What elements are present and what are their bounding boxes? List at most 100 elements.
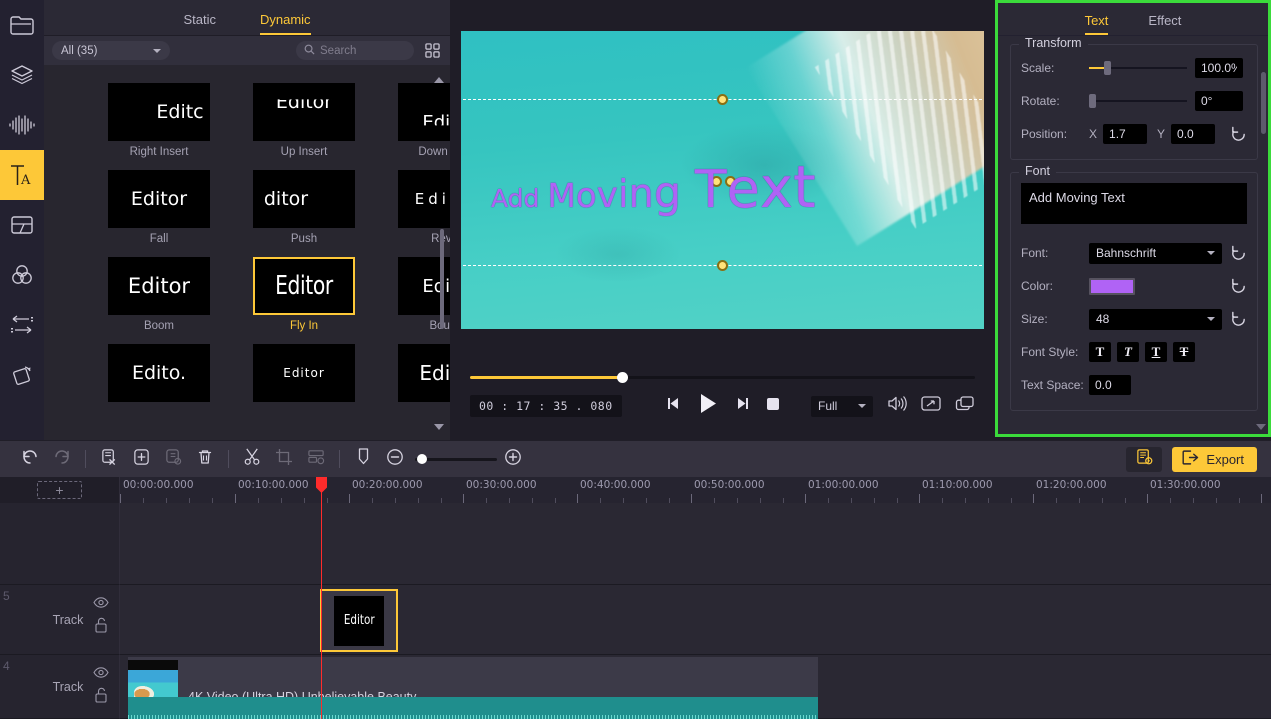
tab-dynamic[interactable]: Dynamic	[260, 12, 311, 35]
library-scrollbar[interactable]	[440, 77, 446, 430]
playhead[interactable]	[321, 503, 322, 719]
timeline-ruler[interactable]: 00:00:00.000 00:10:00.000 00:20:00.000 0…	[120, 477, 1271, 503]
template-boom[interactable]: Editor Boom	[98, 257, 220, 332]
position-x-input[interactable]	[1103, 124, 1147, 144]
sidebar-item-filters[interactable]	[0, 250, 44, 300]
reset-icon[interactable]	[1230, 311, 1247, 328]
crop-button[interactable]	[268, 445, 300, 473]
zoom-out-button[interactable]	[379, 445, 411, 473]
eye-icon[interactable]	[93, 595, 109, 613]
play-button[interactable]	[698, 393, 718, 419]
stop-button[interactable]	[766, 397, 780, 416]
zoom-in-button[interactable]	[497, 445, 529, 473]
scale-slider[interactable]	[1089, 61, 1187, 75]
sidebar-item-audio[interactable]	[0, 100, 44, 150]
tab-effect[interactable]: Effect	[1148, 13, 1181, 35]
grid-view-icon[interactable]	[422, 41, 442, 60]
slider-handle[interactable]	[1089, 94, 1096, 108]
font-family-select[interactable]: Bahnschrift	[1089, 243, 1222, 264]
template-up-insert[interactable]: Editor Up Insert	[243, 83, 365, 158]
marker-button[interactable]	[347, 445, 379, 473]
sidebar-item-stickers[interactable]	[0, 50, 44, 100]
video-preview-canvas[interactable]: Add Moving Text	[461, 31, 984, 329]
search-input[interactable]	[320, 45, 404, 57]
scroll-down-icon[interactable]	[1256, 424, 1266, 430]
sidebar-item-motion[interactable]	[0, 350, 44, 400]
sidebar-item-text[interactable]: A	[0, 150, 44, 200]
track-header: 5 Track	[0, 585, 120, 655]
resize-handle-bottom[interactable]	[717, 260, 728, 271]
scroll-up-icon[interactable]	[434, 77, 444, 83]
template-row4-b[interactable]: Editor	[243, 344, 365, 402]
track-row[interactable]: 5 Track Editor	[0, 585, 1271, 655]
video-clip[interactable]: 4K Video (Ultra HD) Unbelievable Beauty	[128, 657, 818, 719]
scroll-down-icon[interactable]	[434, 424, 444, 430]
track-lane[interactable]: 4K Video (Ultra HD) Unbelievable Beauty	[120, 655, 1271, 719]
resize-handle-top[interactable]	[717, 94, 728, 105]
redo-button[interactable]	[46, 445, 78, 473]
template-fly-in[interactable]: Editor Fly In	[243, 257, 365, 332]
seek-bar[interactable]	[470, 368, 975, 386]
scale-value-input[interactable]	[1195, 58, 1243, 78]
track-row[interactable]: 4 Track 4K Video (Ultra HD) Unbelievable…	[0, 655, 1271, 719]
add-track-button[interactable]: +	[37, 481, 82, 499]
slider-handle[interactable]	[1104, 61, 1111, 75]
next-frame-button[interactable]	[734, 396, 750, 416]
eye-icon[interactable]	[93, 665, 109, 683]
text-color-picker[interactable]	[1089, 278, 1135, 295]
quality-dropdown[interactable]: Full	[811, 396, 873, 417]
pop-out-button[interactable]	[955, 395, 975, 417]
search-input-wrapper[interactable]	[296, 41, 414, 60]
rotate-value-input[interactable]	[1195, 91, 1243, 111]
text-clip[interactable]: Editor	[320, 589, 398, 652]
zoom-slider-rail[interactable]	[415, 453, 497, 465]
split-delete-button[interactable]	[93, 445, 125, 473]
add-clip-button[interactable]	[125, 445, 157, 473]
seek-handle[interactable]	[617, 372, 628, 383]
previous-frame-button[interactable]	[666, 396, 682, 416]
timecode-display: 00 : 17 : 35 . 080	[470, 395, 622, 417]
strikethrough-button[interactable]: T	[1173, 342, 1195, 362]
category-dropdown[interactable]: All (35)	[52, 41, 170, 60]
reset-icon[interactable]	[1230, 278, 1247, 295]
font-size-select[interactable]: 48	[1089, 309, 1222, 330]
tab-static[interactable]: Static	[183, 12, 216, 35]
render-preview-button[interactable]	[1126, 447, 1162, 472]
template-row4-a[interactable]: Edito.	[98, 344, 220, 402]
unlock-icon[interactable]	[94, 687, 108, 708]
reset-icon[interactable]	[1230, 245, 1247, 262]
track-row-empty[interactable]	[0, 503, 1271, 585]
text-content-input[interactable]	[1021, 183, 1247, 224]
tab-text[interactable]: Text	[1085, 13, 1109, 35]
template-fall[interactable]: Editor Fall	[98, 170, 220, 245]
template-push[interactable]: ditor Push	[243, 170, 365, 245]
sidebar-item-split-screen[interactable]	[0, 200, 44, 250]
bold-button[interactable]: T	[1089, 342, 1111, 362]
export-button[interactable]: Export	[1172, 447, 1257, 472]
speed-button[interactable]	[300, 445, 332, 473]
sidebar-item-media-library[interactable]	[0, 0, 44, 50]
reset-icon[interactable]	[1230, 126, 1247, 143]
text-overlay[interactable]: Add Moving Text	[491, 153, 816, 221]
underline-button[interactable]: T	[1145, 342, 1167, 362]
template-right-insert[interactable]: Editc Right Insert	[98, 83, 220, 158]
track-lane[interactable]: Editor	[120, 585, 1271, 655]
zoom-slider-handle[interactable]	[417, 454, 427, 464]
italic-button[interactable]: T	[1117, 342, 1139, 362]
text-space-input[interactable]	[1089, 375, 1131, 395]
position-y-input[interactable]	[1171, 124, 1215, 144]
timeline-zoom-slider[interactable]	[415, 453, 497, 465]
scrollbar-thumb[interactable]	[440, 229, 444, 329]
properties-scrollbar-thumb[interactable]	[1261, 72, 1266, 134]
track-lane[interactable]	[120, 503, 1271, 585]
rotate-slider[interactable]	[1089, 94, 1187, 108]
fullscreen-button[interactable]	[921, 395, 941, 417]
playhead-ruler[interactable]	[321, 477, 322, 503]
volume-button[interactable]	[887, 395, 907, 417]
copy-button[interactable]	[157, 445, 189, 473]
sidebar-item-transitions[interactable]	[0, 300, 44, 350]
split-button[interactable]	[236, 445, 268, 473]
delete-button[interactable]	[189, 445, 221, 473]
unlock-icon[interactable]	[94, 617, 108, 638]
undo-button[interactable]	[14, 445, 46, 473]
